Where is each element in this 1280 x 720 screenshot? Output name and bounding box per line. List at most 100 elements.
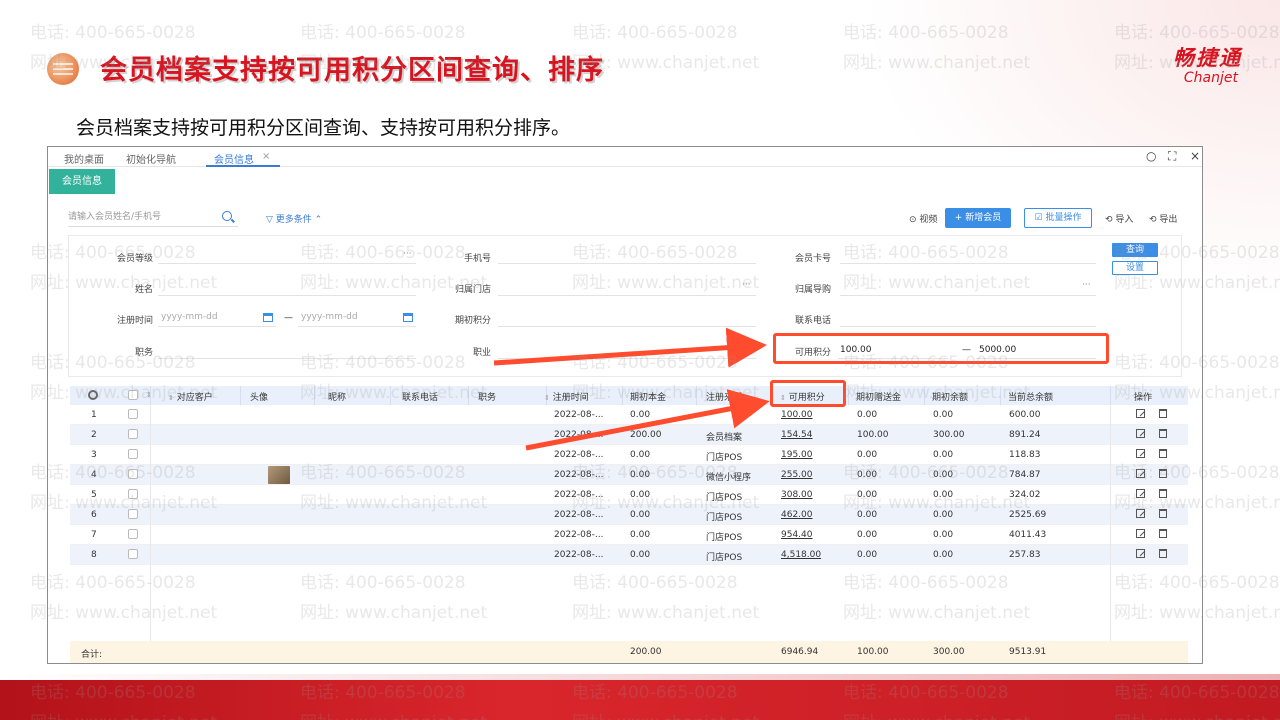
row-checkbox[interactable] — [128, 509, 138, 519]
window-search-icon[interactable]: ○ — [1146, 149, 1156, 163]
footer-remain: 300.00 — [933, 647, 965, 657]
export-button[interactable]: ⟲ 导出 — [1149, 212, 1177, 225]
edit-icon[interactable] — [1136, 469, 1145, 478]
cell-avail-points[interactable]: 195.00 — [781, 450, 813, 460]
cell-reg-time: 2022-08-... — [554, 510, 604, 520]
label-position: 职务 — [134, 348, 153, 358]
row-checkbox[interactable] — [128, 409, 138, 419]
delete-icon[interactable] — [1159, 469, 1167, 478]
slide-bottom-band — [0, 674, 1280, 720]
edit-icon[interactable] — [1136, 429, 1145, 438]
tab-member-info[interactable]: 会员信息 — [214, 151, 254, 166]
th-customer[interactable]: ⇕ 对应客户 — [168, 390, 213, 403]
edit-icon[interactable] — [1136, 409, 1145, 418]
cell-avail-points[interactable]: 462.00 — [781, 510, 813, 520]
th-col-sort[interactable]: ⇕ — [146, 390, 152, 400]
tab-desktop[interactable]: 我的桌面 — [64, 151, 104, 166]
member-card-field[interactable] — [840, 263, 1096, 264]
edit-icon[interactable] — [1136, 449, 1145, 458]
guide-field[interactable] — [840, 295, 1096, 296]
setting-button[interactable]: 设置 — [1112, 261, 1158, 275]
label-member-card: 会员卡号 — [794, 254, 831, 264]
col-sep — [924, 386, 925, 405]
video-button[interactable]: ⊙ 视频 — [909, 212, 937, 225]
cell-avail-points[interactable]: 255.00 — [781, 470, 813, 480]
edit-icon[interactable] — [1136, 549, 1145, 558]
table-row[interactable]: 5 2022-08-... 0.00 门店POS 308.00 0.00 0.00 324.0… — [70, 485, 1188, 505]
th-reg-source: 注册来源 — [706, 393, 743, 403]
search-input[interactable]: 请输入会员姓名/手机号 — [68, 207, 238, 227]
phone-field[interactable] — [498, 263, 756, 264]
window-maximize-icon[interactable]: ⛶ — [1168, 149, 1176, 164]
cell-reg-time: 2022-08-... — [554, 450, 604, 460]
cell-avail-points[interactable]: 954.40 — [781, 530, 813, 540]
th-reg-time[interactable]: ⇕ 注册时间 — [544, 390, 589, 403]
edit-icon[interactable] — [1136, 529, 1145, 538]
add-member-button[interactable]: + 新增会员 — [945, 208, 1011, 228]
slide-title: 会员档案支持按可用积分区间查询、排序 — [100, 55, 604, 86]
row-checkbox[interactable] — [128, 429, 138, 439]
edit-icon[interactable] — [1136, 489, 1145, 498]
table-row[interactable]: 1 2022-08-... 0.00 100.00 0.00 0.00 600.00 — [70, 405, 1188, 425]
table-row[interactable]: 3 2022-08-... 0.00 门店POS 195.00 0.00 0.00 118.8… — [70, 445, 1188, 465]
row-checkbox[interactable] — [128, 449, 138, 459]
column-settings-icon[interactable] — [88, 390, 98, 400]
delete-icon[interactable] — [1159, 429, 1167, 438]
cell-total-balance: 324.02 — [1009, 490, 1041, 500]
module-tab-member-info[interactable]: 会员信息 — [49, 169, 115, 194]
label-name: 姓名 — [134, 285, 153, 295]
cell-init-balance: 0.00 — [630, 470, 651, 480]
select-all-checkbox[interactable] — [128, 390, 138, 400]
label-store: 归属门店 — [454, 285, 491, 295]
row-checkbox[interactable] — [128, 529, 138, 539]
label-phone: 手机号 — [463, 254, 491, 264]
init-points-field[interactable] — [498, 326, 756, 327]
col-sep — [848, 386, 849, 405]
store-picker-icon[interactable]: ··· — [742, 280, 751, 290]
name-field[interactable] — [158, 295, 416, 296]
table-row[interactable]: 2 2022-08-... 200.00 会员档案 154.54 100.00 300.00… — [70, 425, 1188, 445]
cell-init-remain: 300.00 — [933, 430, 965, 440]
store-field[interactable] — [498, 295, 756, 296]
member-level-field[interactable] — [158, 263, 416, 264]
delete-icon[interactable] — [1159, 509, 1167, 518]
reg-time-start[interactable]: yyyy-mm-dd — [161, 312, 218, 322]
table-row[interactable]: 7 2022-08-... 0.00 门店POS 954.40 0.00 0.00 4011.… — [70, 525, 1188, 545]
calendar-start-icon[interactable] — [263, 313, 273, 322]
cell-avail-points[interactable]: 154.54 — [781, 430, 813, 440]
delete-icon[interactable] — [1159, 409, 1167, 418]
more-conditions-toggle[interactable]: ▽ 更多条件 ⌃ — [266, 212, 322, 225]
reg-time-start-line — [158, 326, 276, 327]
query-button[interactable]: 查询 — [1112, 243, 1158, 257]
reg-time-end[interactable]: yyyy-mm-dd — [301, 312, 358, 322]
contact-phone-field[interactable] — [840, 326, 1096, 327]
cell-init-gift: 0.00 — [857, 530, 878, 540]
th-init-remain: 期初余额 — [932, 393, 969, 403]
tab-close-icon[interactable]: × — [262, 151, 270, 162]
delete-icon[interactable] — [1159, 529, 1167, 538]
label-guide: 归属导购 — [794, 285, 831, 295]
row-checkbox[interactable] — [128, 549, 138, 559]
table-row[interactable]: 4 2022-08-... 0.00 微信小程序 255.00 0.00 0.00 784.8… — [70, 465, 1188, 485]
cell-avail-points[interactable]: 308.00 — [781, 490, 813, 500]
row-checkbox[interactable] — [128, 469, 138, 479]
table-row[interactable]: 8 2022-08-... 0.00 门店POS 4,518.00 0.00 0.00 257… — [70, 545, 1188, 565]
row-checkbox[interactable] — [128, 489, 138, 499]
footer-label: 合计: — [81, 650, 103, 660]
occupation-field[interactable] — [498, 358, 756, 359]
batch-operation-button[interactable]: ☑ 批量操作 — [1024, 208, 1092, 228]
tab-init-nav[interactable]: 初始化导航 — [126, 151, 176, 166]
guide-picker-icon[interactable]: ··· — [1082, 280, 1091, 290]
import-button[interactable]: ⟲ 导入 — [1105, 212, 1133, 225]
delete-icon[interactable] — [1159, 549, 1167, 558]
logo-cn: 畅捷通 — [1173, 46, 1242, 70]
position-field[interactable] — [158, 358, 416, 359]
cell-avail-points[interactable]: 100.00 — [781, 410, 813, 420]
edit-icon[interactable] — [1136, 509, 1145, 518]
delete-icon[interactable] — [1159, 489, 1167, 498]
table-row[interactable]: 6 2022-08-... 0.00 门店POS 462.00 0.00 0.00 2525.… — [70, 505, 1188, 525]
cell-avail-points[interactable]: 4,518.00 — [781, 550, 821, 560]
search-icon[interactable] — [222, 211, 232, 221]
delete-icon[interactable] — [1159, 449, 1167, 458]
window-close-icon[interactable]: × — [1190, 149, 1200, 163]
